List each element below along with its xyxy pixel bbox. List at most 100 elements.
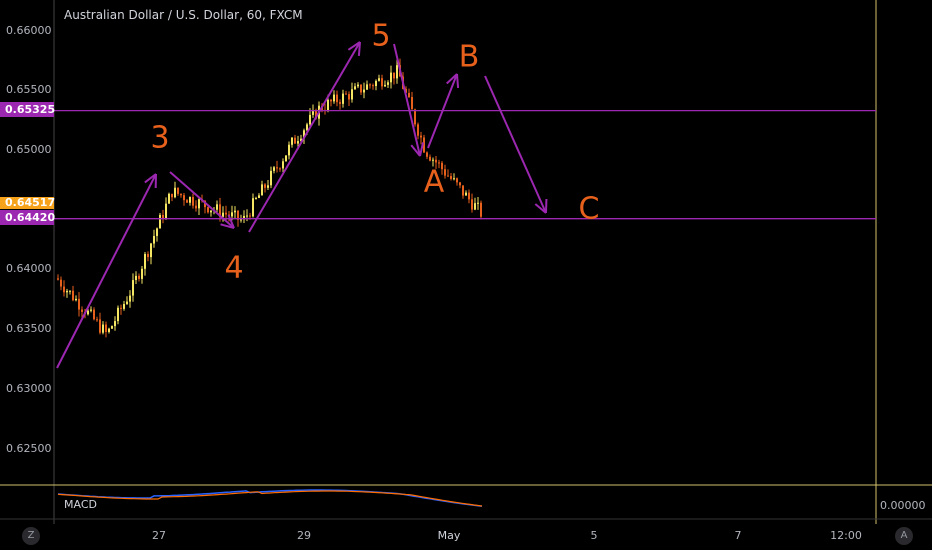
candle-body <box>339 102 341 104</box>
time-label: 12:00 <box>830 529 862 542</box>
candle-body <box>132 280 134 296</box>
candle-body <box>393 72 395 79</box>
candle-body <box>255 197 257 199</box>
candle-body <box>285 155 287 162</box>
candle-body <box>225 212 227 215</box>
candle-body <box>381 78 383 87</box>
price-tick-label: 0.63500 <box>6 322 52 335</box>
candle-body <box>57 278 59 280</box>
candle-body <box>420 135 422 138</box>
candle-body <box>78 298 80 310</box>
z-button[interactable]: Z <box>22 527 40 545</box>
price-tick-label: 0.65500 <box>6 83 52 96</box>
candle-body <box>117 307 119 322</box>
wave-arrow <box>169 171 235 229</box>
candle-body <box>249 215 251 217</box>
candle-body <box>87 310 89 315</box>
candle-body <box>276 167 278 169</box>
annotations-group <box>56 41 548 369</box>
candle-body <box>411 96 413 110</box>
candle-body <box>222 212 224 217</box>
candle-body <box>462 185 464 196</box>
wave-label-B: B <box>458 39 480 75</box>
candle-body <box>195 205 197 209</box>
candle-body <box>105 324 107 332</box>
candle-body <box>306 124 308 131</box>
candle-body <box>309 114 311 125</box>
candle-body <box>414 109 416 125</box>
candle-body <box>198 199 200 209</box>
candle-body <box>123 304 125 309</box>
price-tag-resistance: 0.65325 <box>0 102 55 117</box>
candle-body <box>192 197 194 206</box>
candle-body <box>69 290 71 292</box>
candle-body <box>144 253 146 269</box>
time-label: 27 <box>152 529 166 542</box>
arrow-head <box>357 41 361 57</box>
candle-body <box>465 192 467 196</box>
candle-body <box>186 200 188 203</box>
candle-body <box>282 161 284 169</box>
auto-scale-button[interactable]: A <box>895 527 913 545</box>
candle-body <box>384 84 386 87</box>
candle-body <box>120 307 122 309</box>
candle-body <box>450 176 452 179</box>
wave-label-C: C <box>578 191 600 227</box>
candle-body <box>252 198 254 217</box>
candle-body <box>270 170 272 186</box>
candle-body <box>279 168 281 170</box>
candle-body <box>348 94 350 100</box>
candle-body <box>360 84 362 93</box>
candle-body <box>111 326 113 329</box>
time-label: May <box>437 529 461 542</box>
wave-label-5: 5 <box>371 18 391 54</box>
time-label: 5 <box>590 529 598 542</box>
candle-body <box>81 309 83 312</box>
candle-body <box>75 298 77 301</box>
candle-body <box>63 286 65 293</box>
candle-body <box>66 290 68 293</box>
wave-label-4: 4 <box>224 250 244 286</box>
candle-body <box>357 84 359 87</box>
candle-body <box>99 319 101 333</box>
candle-body <box>138 275 140 279</box>
candle-body <box>240 219 242 221</box>
candle-body <box>261 184 263 196</box>
candle-body <box>363 89 365 93</box>
candle-body <box>396 65 398 79</box>
candle-body <box>258 195 260 198</box>
price-tick-label: 0.62500 <box>6 442 52 455</box>
wave-arrow <box>484 75 547 214</box>
candle-body <box>168 193 170 204</box>
price-tick-label: 0.63000 <box>6 382 52 395</box>
candle-body <box>366 84 368 90</box>
macd-signal-line <box>57 490 483 507</box>
candle-body <box>210 210 212 213</box>
candle-body <box>207 207 209 213</box>
candle-body <box>102 324 104 333</box>
candle-body <box>231 212 233 217</box>
chart-canvas[interactable] <box>0 0 932 550</box>
candle-body <box>345 93 347 95</box>
candle-body <box>429 156 431 161</box>
candle-body <box>369 84 371 86</box>
candle-body <box>426 152 428 157</box>
candle-body <box>372 85 374 87</box>
candle-body <box>342 93 344 104</box>
candle-body <box>447 175 449 177</box>
arrow-head <box>419 142 425 157</box>
candle-body <box>273 167 275 171</box>
candle-body <box>60 279 62 287</box>
candle-body <box>150 243 152 258</box>
candle-body <box>435 159 437 163</box>
candle-body <box>354 86 356 90</box>
candle-body <box>114 321 116 327</box>
candle-body <box>330 99 332 102</box>
price-tick-label: 0.66000 <box>6 24 52 37</box>
candle-body <box>177 187 179 194</box>
candle-body <box>453 178 455 180</box>
candle-body <box>171 193 173 198</box>
candle-body <box>291 137 293 145</box>
price-tag-support: 0.64420 <box>0 210 55 225</box>
candle-body <box>246 215 248 217</box>
